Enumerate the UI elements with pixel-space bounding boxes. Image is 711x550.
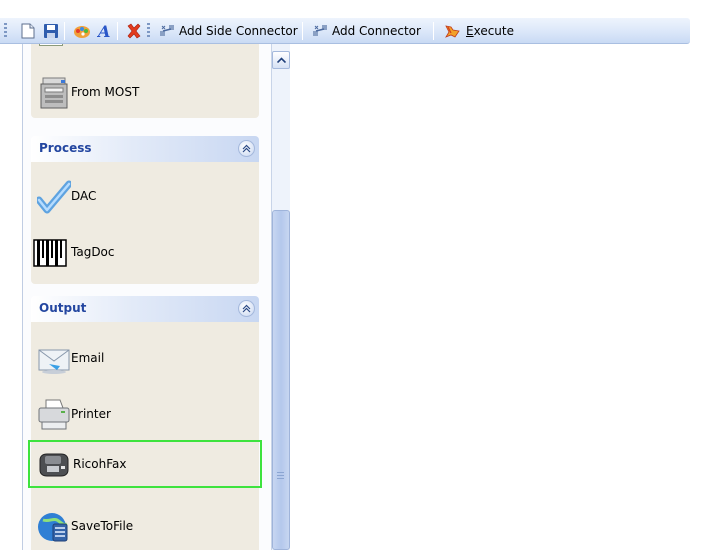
tool-item-label: Printer	[71, 407, 111, 421]
new-icon	[21, 23, 35, 39]
new-button[interactable]	[18, 20, 38, 42]
add-connector-label: Add Connector	[332, 24, 421, 38]
collapse-button[interactable]	[238, 140, 255, 157]
chevron-up-icon	[242, 304, 251, 313]
tool-item-tagdoc[interactable]: TagDoc	[31, 228, 259, 276]
tool-item-label: RicohFax	[73, 457, 127, 471]
fax-icon	[39, 453, 69, 477]
collapse-button[interactable]	[238, 300, 255, 317]
color-button[interactable]	[70, 20, 94, 42]
execute-button[interactable]: Execute	[441, 20, 517, 42]
scroll-thumb-grip	[277, 472, 284, 480]
delete-icon	[127, 23, 141, 39]
save-icon	[44, 24, 58, 38]
printer-icon	[38, 399, 70, 430]
tool-panel: From MOST Process DAC TagDoc Output Emai…	[22, 44, 273, 550]
toolbar-grip[interactable]	[147, 23, 150, 39]
section-header-process[interactable]: Process	[31, 136, 259, 162]
section-title: Output	[39, 301, 87, 315]
save-to-file-icon	[38, 513, 68, 542]
email-icon	[38, 349, 70, 374]
toolbar-grip[interactable]	[4, 23, 7, 39]
toolbar-separator	[433, 22, 434, 40]
chevron-up-icon	[276, 57, 286, 63]
tool-item-label: TagDoc	[71, 245, 115, 259]
toolbar-separator	[117, 22, 118, 40]
tool-item-dac[interactable]: DAC	[31, 172, 259, 220]
tool-item-savetofile[interactable]: SaveToFile	[31, 502, 259, 550]
svg-text:A: A	[97, 23, 110, 39]
toolbar-separator	[302, 22, 303, 40]
scroll-up-button[interactable]	[272, 51, 290, 69]
execute-icon	[445, 25, 460, 38]
scanner-copier-icon	[40, 77, 68, 109]
font-icon: A	[97, 23, 110, 39]
chevron-up-icon	[242, 144, 251, 153]
add-side-connector-label: Add Side Connector	[179, 24, 298, 38]
connector-icon	[313, 25, 327, 36]
checkmark-icon	[37, 180, 71, 214]
delete-button[interactable]	[123, 20, 145, 42]
tool-item-label: From MOST	[71, 85, 140, 99]
section-title: Process	[39, 141, 92, 155]
barcode-icon	[33, 239, 67, 267]
panel-scrollbar[interactable]	[271, 44, 290, 550]
tool-item-label: SaveToFile	[71, 519, 134, 533]
save-button[interactable]	[40, 20, 62, 42]
tool-item-label: DAC	[71, 189, 97, 203]
connector-icon	[160, 25, 174, 36]
toolbar-separator	[64, 22, 65, 40]
toolbar: A Add Side Connector Add Connector Execu…	[0, 0, 711, 46]
section-header-output[interactable]: Output	[31, 296, 259, 322]
partial-item-icon	[39, 44, 63, 46]
tool-item-from-most[interactable]: From MOST	[31, 68, 259, 116]
color-icon	[74, 26, 90, 38]
execute-label: Execute	[466, 24, 514, 38]
font-button[interactable]: A	[94, 20, 116, 42]
tool-item-label: Email	[71, 351, 105, 365]
tool-item-email[interactable]: Email	[31, 334, 259, 382]
scroll-thumb[interactable]	[272, 210, 290, 550]
add-side-connector-button[interactable]: Add Side Connector	[156, 20, 301, 42]
toolbar-strip: A Add Side Connector Add Connector Execu…	[0, 18, 690, 44]
tool-item-ricohfax[interactable]: RicohFax	[28, 440, 262, 488]
add-connector-button[interactable]: Add Connector	[309, 20, 424, 42]
tool-item-printer[interactable]: Printer	[31, 390, 259, 438]
workflow-canvas[interactable]	[291, 44, 711, 550]
